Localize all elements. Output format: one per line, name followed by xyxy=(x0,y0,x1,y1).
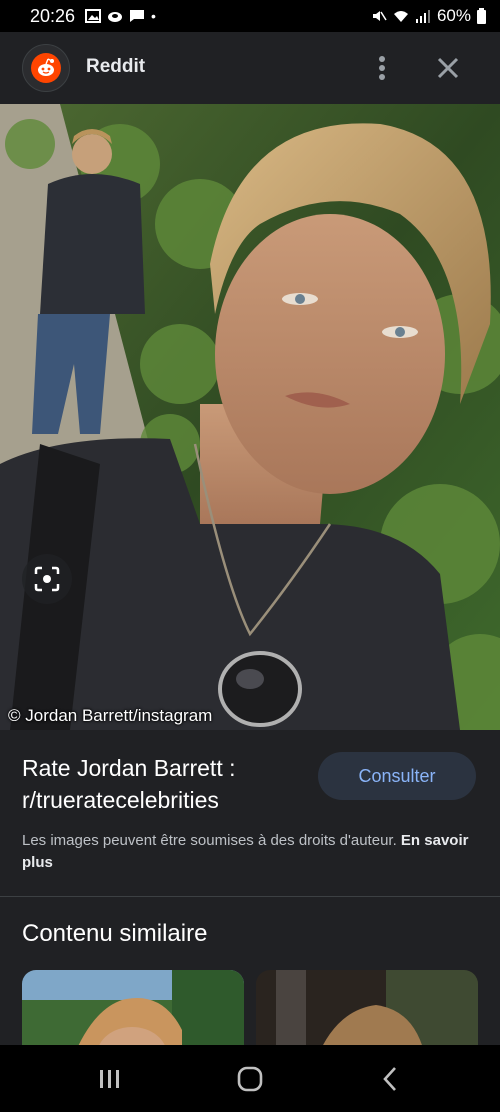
lens-search-button[interactable] xyxy=(22,554,72,604)
copyright-text: Les images peuvent être soumises à des d… xyxy=(22,832,397,849)
source-logo[interactable] xyxy=(22,44,70,92)
copyright-notice: Les images peuvent être soumises à des d… xyxy=(22,830,472,874)
main-image[interactable]: © Jordan Barrett/instagram xyxy=(0,104,500,730)
wifi-icon xyxy=(393,11,408,22)
back-button[interactable] xyxy=(370,1063,410,1095)
viewer-header: Reddit xyxy=(0,32,500,104)
more-options-button[interactable] xyxy=(368,52,396,84)
battery-percent: 60% xyxy=(436,6,471,25)
photo-illustration xyxy=(0,104,500,730)
visit-button[interactable]: Consulter xyxy=(318,752,476,800)
battery-icon xyxy=(477,8,486,24)
mute-icon xyxy=(372,11,387,21)
related-section-title: Contenu similaire xyxy=(22,920,208,947)
image-credit: © Jordan Barrett/instagram xyxy=(8,706,213,725)
status-time: 20:26 xyxy=(30,5,76,26)
back-icon xyxy=(383,1067,396,1091)
section-divider xyxy=(0,896,500,897)
recent-apps-button[interactable] xyxy=(90,1063,130,1095)
source-title[interactable]: Reddit xyxy=(86,56,145,78)
close-icon xyxy=(437,57,459,79)
status-bar: 20:26 • 60% xyxy=(0,0,500,32)
message-notification-icon xyxy=(130,10,145,22)
home-button[interactable] xyxy=(230,1063,270,1095)
close-button[interactable] xyxy=(432,52,464,84)
recent-apps-icon xyxy=(100,1070,119,1088)
signal-icon xyxy=(415,10,430,23)
gallery-notification-icon xyxy=(85,9,102,23)
more-vert-icon xyxy=(379,56,385,80)
cloud-notification-icon xyxy=(108,12,123,22)
more-notifications-dot-icon: • xyxy=(151,8,156,24)
lens-search-icon xyxy=(34,566,60,592)
home-icon xyxy=(237,1066,263,1092)
reddit-logo-icon xyxy=(31,53,61,83)
system-navigation-bar xyxy=(0,1045,500,1112)
result-title[interactable]: Rate Jordan Barrett : r/trueratecelebrit… xyxy=(22,752,302,816)
